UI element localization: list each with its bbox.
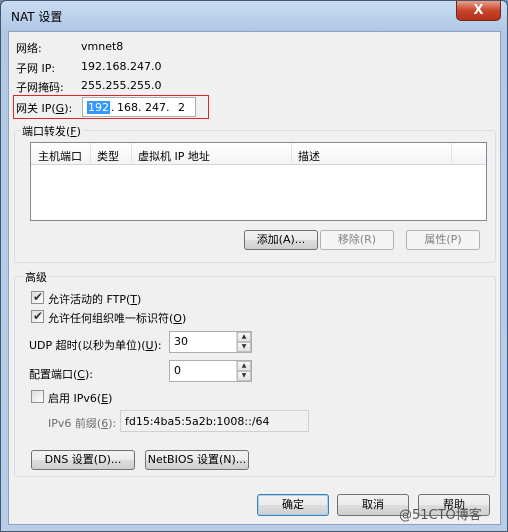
check-icon: ✔ bbox=[33, 309, 44, 323]
udp-timeout-label: UDP 超时(以秒为单位)(U): bbox=[29, 339, 162, 352]
enable-ipv6-checkbox[interactable] bbox=[31, 390, 44, 403]
properties-button-label: 属性(P) bbox=[424, 233, 462, 246]
config-port-value[interactable]: 0 bbox=[174, 364, 181, 377]
spin-up-icon[interactable]: ▲ bbox=[237, 332, 251, 342]
window-title: NAT 设置 bbox=[11, 10, 63, 24]
gateway-ip-octet-1[interactable]: 192 bbox=[87, 101, 110, 114]
advanced-title: 高级 bbox=[23, 269, 49, 285]
network-value: vmnet8 bbox=[81, 40, 124, 53]
subnet-ip-label: 子网 IP: bbox=[16, 62, 56, 75]
allow-ftp-label[interactable]: 允许活动的 FTP(T) bbox=[48, 291, 141, 307]
port-forwarding-title: 端口转发(F) bbox=[20, 123, 83, 139]
dns-settings-label: DNS 设置(D)... bbox=[44, 453, 122, 466]
udp-timeout-spin: ▲ ▼ bbox=[236, 332, 251, 352]
add-button[interactable]: 添加(A)... bbox=[244, 230, 318, 250]
cancel-button-label: 取消 bbox=[362, 498, 384, 511]
column-type[interactable]: 类型 bbox=[97, 148, 119, 164]
nat-settings-window: NAT 设置 X 网络: vmnet8 子网 IP: 192.168.247.0… bbox=[0, 0, 508, 532]
subnet-mask-label: 子网掩码: bbox=[16, 81, 64, 94]
list-header: 主机端口 类型 虚拟机 IP 地址 描述 bbox=[31, 143, 486, 165]
ip-dot: . bbox=[166, 101, 170, 114]
netbios-settings-label: NetBIOS 设置(N)... bbox=[147, 453, 247, 466]
spin-down-icon[interactable]: ▼ bbox=[237, 342, 251, 352]
dns-settings-button[interactable]: DNS 设置(D)... bbox=[31, 450, 135, 470]
dialog-body: 网络: vmnet8 子网 IP: 192.168.247.0 子网掩码: 25… bbox=[8, 31, 501, 525]
ip-dot: . bbox=[111, 101, 115, 114]
add-button-label: 添加(A)... bbox=[256, 233, 306, 246]
properties-button[interactable]: 属性(P) bbox=[406, 230, 480, 250]
remove-button-label: 移除(R) bbox=[337, 233, 377, 246]
ipv6-prefix-label: IPv6 前缀(6): bbox=[48, 417, 117, 430]
gateway-ip-octet-4[interactable]: 2 bbox=[178, 101, 185, 114]
port-forwarding-list[interactable]: 主机端口 类型 虚拟机 IP 地址 描述 bbox=[30, 142, 487, 221]
spin-up-icon[interactable]: ▲ bbox=[237, 361, 251, 371]
gateway-ip-octet-3[interactable]: 247 bbox=[145, 101, 166, 114]
netbios-settings-button[interactable]: NetBIOS 设置(N)... bbox=[145, 450, 249, 470]
watermark: @51CTO博客 bbox=[399, 508, 482, 523]
allow-ftp-checkbox[interactable]: ✔ bbox=[31, 290, 44, 304]
close-icon: X bbox=[473, 3, 484, 18]
network-label: 网络: bbox=[16, 42, 42, 55]
enable-ipv6-label[interactable]: 启用 IPv6(E) bbox=[48, 390, 112, 406]
column-description[interactable]: 描述 bbox=[298, 148, 320, 164]
allow-uid-label[interactable]: 允许任何组织唯一标识符(O) bbox=[48, 310, 186, 326]
title-bar[interactable]: NAT 设置 X bbox=[1, 1, 507, 31]
ip-dot: . bbox=[138, 101, 142, 114]
ok-button-label: 确定 bbox=[282, 498, 304, 511]
remove-button[interactable]: 移除(R) bbox=[320, 230, 394, 250]
column-divider[interactable] bbox=[90, 143, 91, 165]
gateway-ip-input[interactable]: 192 . 168 . 247 . 2 bbox=[82, 97, 196, 117]
udp-timeout-value[interactable]: 30 bbox=[174, 335, 188, 348]
check-icon: ✔ bbox=[33, 290, 44, 304]
column-divider[interactable] bbox=[291, 143, 292, 165]
subnet-ip-value: 192.168.247.0 bbox=[81, 60, 162, 73]
ipv6-prefix-input[interactable]: fd15:4ba5:5a2b:1008::/64 bbox=[120, 410, 309, 432]
config-port-stepper[interactable]: 0 ▲ ▼ bbox=[169, 360, 252, 382]
ok-button[interactable]: 确定 bbox=[257, 494, 329, 516]
udp-timeout-stepper[interactable]: 30 ▲ ▼ bbox=[169, 331, 252, 353]
config-port-label: 配置端口(C): bbox=[29, 368, 93, 381]
close-button[interactable]: X bbox=[456, 1, 501, 21]
gateway-ip-label: 网关 IP(G): bbox=[16, 102, 73, 115]
spin-down-icon[interactable]: ▼ bbox=[237, 371, 251, 381]
column-divider[interactable] bbox=[451, 143, 452, 165]
allow-uid-checkbox[interactable]: ✔ bbox=[31, 309, 44, 323]
config-port-spin: ▲ ▼ bbox=[236, 361, 251, 381]
column-host-port[interactable]: 主机端口 bbox=[38, 148, 82, 164]
column-divider[interactable] bbox=[131, 143, 132, 165]
column-vm-ip[interactable]: 虚拟机 IP 地址 bbox=[138, 148, 210, 164]
gateway-ip-octet-2[interactable]: 168 bbox=[117, 101, 138, 114]
subnet-mask-value: 255.255.255.0 bbox=[81, 79, 162, 92]
ipv6-prefix-value: fd15:4ba5:5a2b:1008::/64 bbox=[125, 415, 270, 428]
